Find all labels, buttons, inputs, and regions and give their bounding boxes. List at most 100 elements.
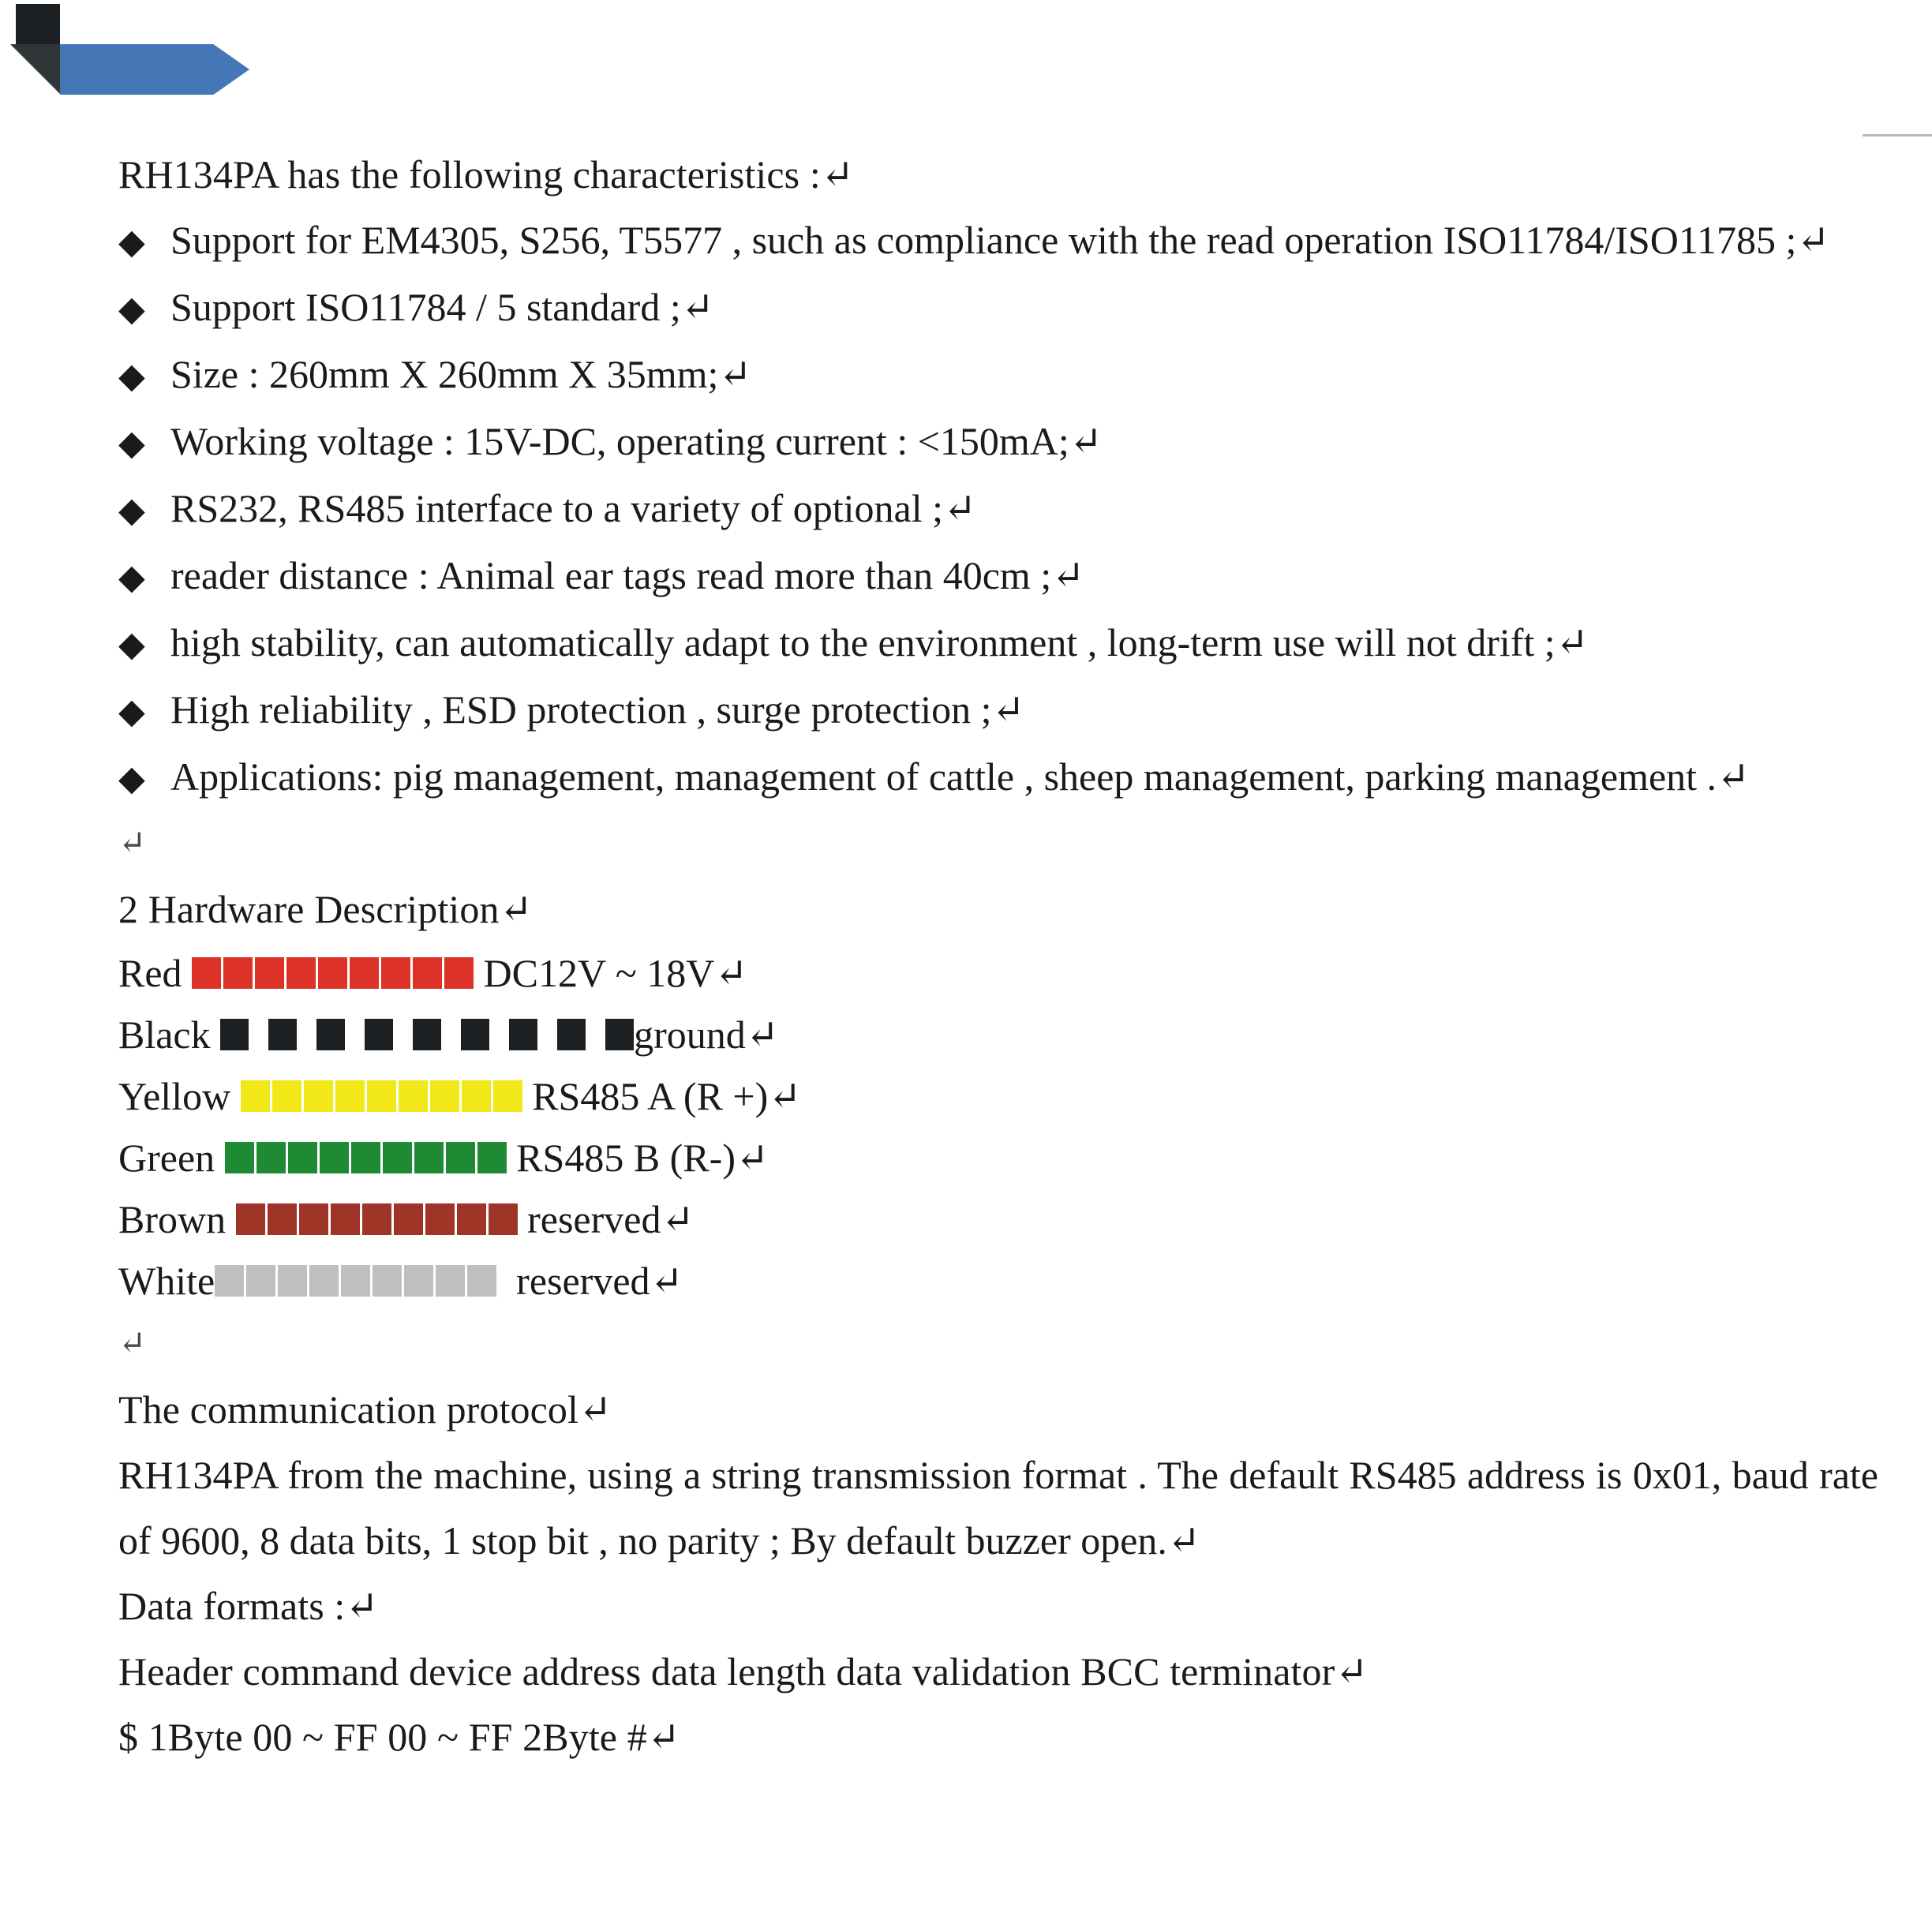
wire-segment — [278, 1265, 308, 1297]
wire-segment — [393, 1203, 423, 1235]
wire-segment — [350, 1142, 380, 1173]
diamond-bullet-icon: ◆ — [118, 290, 145, 328]
wire-name-brown: Brown — [118, 1197, 236, 1241]
wire-desc-white: reserved↵ — [496, 1259, 683, 1303]
characteristic-bullet-2-text: Support ISO11784 / 5 standard ;↵ — [170, 285, 714, 329]
data-format-fields: Header command device address data lengt… — [118, 1649, 1368, 1694]
wire-name-green: Green — [118, 1136, 225, 1180]
banner-dark-square-icon — [16, 4, 60, 45]
wire-segment — [366, 1080, 396, 1112]
characteristic-bullet-8: ◆ High reliability , ESD protection , su… — [118, 677, 1878, 744]
wire-segment — [467, 1265, 497, 1297]
wire-segment — [271, 1080, 301, 1112]
characteristic-bullet-6-text: reader distance : Animal ear tags read m… — [170, 553, 1085, 597]
intro-line: RH134PA has the following characteristic… — [118, 152, 854, 196]
wire-desc-green: RS485 B (R-)↵ — [506, 1136, 769, 1180]
wire-segment — [286, 957, 316, 989]
wire-segment — [318, 957, 348, 989]
wire-row-black: Black ground↵ — [118, 1004, 1878, 1065]
wire-segment — [477, 1142, 507, 1173]
wire-segment — [461, 1080, 491, 1112]
characteristic-bullet-3: ◆ Size : 260mm X 260mm X 35mm;↵ — [118, 342, 1878, 409]
wire-segment — [223, 957, 253, 989]
wire-segment — [557, 1019, 586, 1050]
wire-name-red: Red — [118, 951, 193, 995]
wire-row-white: White reserved↵ — [118, 1250, 1878, 1312]
characteristic-bullet-1-text: Support for EM4305, S256, T5577 , such a… — [170, 218, 1830, 262]
wire-name-yellow: Yellow — [118, 1074, 241, 1118]
wire-segment — [444, 957, 474, 989]
wire-segment — [413, 957, 443, 989]
wire-segment — [246, 1265, 276, 1297]
protocol-paragraph: RH134PA from the machine, using a string… — [118, 1453, 1878, 1563]
characteristic-bullet-5-text: RS232, RS485 interface to a variety of o… — [170, 486, 976, 530]
wire-bar-brown — [235, 1203, 518, 1235]
wire-segment — [215, 1265, 245, 1297]
wire-desc-brown: reserved↵ — [517, 1197, 695, 1241]
wire-segment — [382, 1142, 412, 1173]
diamond-bullet-icon: ◆ — [118, 491, 145, 530]
wire-segment — [398, 1080, 428, 1112]
protocol-heading: The communication protocol↵ — [118, 1387, 612, 1432]
characteristic-bullet-4: ◆ Working voltage : 15V-DC, operating cu… — [118, 409, 1878, 476]
characteristic-bullet-8-text: High reliability , ESD protection , surg… — [170, 687, 1025, 732]
data-format-values: $ 1Byte 00 ~ FF 00 ~ FF 2Byte #↵ — [118, 1715, 680, 1759]
wire-segment — [429, 1080, 459, 1112]
wire-segment — [330, 1203, 360, 1235]
blank-line-2: ↵ — [118, 1326, 147, 1362]
top-right-rule — [1863, 134, 1932, 137]
wire-segment — [456, 1203, 486, 1235]
wire-segment — [335, 1080, 365, 1112]
wire-segment — [220, 1019, 249, 1050]
banner-blue-arrow-icon — [60, 44, 249, 95]
wire-bar-yellow — [240, 1080, 522, 1112]
wire-bar-red — [192, 957, 474, 989]
characteristic-bullet-7: ◆ high stability, can automatically adap… — [118, 610, 1878, 677]
wire-segment — [605, 1019, 635, 1050]
diamond-bullet-icon: ◆ — [118, 357, 145, 395]
wire-segment — [445, 1142, 475, 1173]
wire-row-yellow: Yellow RS485 A (R +)↵ — [118, 1065, 1878, 1127]
wire-row-brown: Brown reserved↵ — [118, 1188, 1878, 1250]
characteristic-bullet-9-text: Applications: pig management, management… — [170, 754, 1750, 799]
characteristic-bullet-1: ◆ Support for EM4305, S256, T5577 , such… — [118, 208, 1878, 275]
characteristic-bullet-3-text: Size : 260mm X 260mm X 35mm;↵ — [170, 352, 752, 396]
wire-desc-red: DC12V ~ 18V↵ — [474, 951, 748, 995]
characteristic-bullet-9: ◆ Applications: pig management, manageme… — [118, 744, 1878, 811]
diamond-bullet-icon: ◆ — [118, 625, 145, 664]
characteristic-bullet-6: ◆ reader distance : Animal ear tags read… — [118, 543, 1878, 610]
wire-desc-yellow: RS485 A (R +)↵ — [522, 1074, 802, 1118]
diamond-bullet-icon: ◆ — [118, 424, 145, 462]
diamond-bullet-icon: ◆ — [118, 692, 145, 731]
wire-segment — [492, 1080, 522, 1112]
characteristic-bullet-4-text: Working voltage : 15V-DC, operating curr… — [170, 419, 1103, 463]
wire-segment — [381, 957, 411, 989]
wire-segment — [267, 1203, 297, 1235]
wire-segment — [350, 957, 380, 989]
wire-segment — [365, 1019, 394, 1050]
characteristic-bullet-2: ◆ Support ISO11784 / 5 standard ;↵ — [118, 275, 1878, 342]
wire-desc-black: ground↵ — [634, 1012, 779, 1057]
wire-segment — [413, 1019, 442, 1050]
characteristic-bullet-5: ◆ RS232, RS485 interface to a variety of… — [118, 476, 1878, 543]
wire-segment — [255, 957, 285, 989]
wire-bar-white — [215, 1265, 497, 1297]
wire-segment — [256, 1142, 286, 1173]
wire-segment — [341, 1265, 371, 1297]
wire-segment — [404, 1265, 434, 1297]
diamond-bullet-icon: ◆ — [118, 223, 145, 261]
wire-bar-green — [224, 1142, 507, 1173]
wire-segment — [224, 1142, 254, 1173]
wire-segment — [303, 1080, 333, 1112]
diamond-bullet-icon: ◆ — [118, 558, 145, 597]
data-formats-label: Data formats :↵ — [118, 1584, 379, 1628]
characteristic-bullet-7-text: high stability, can automatically adapt … — [170, 620, 1589, 664]
wire-segment — [373, 1265, 402, 1297]
wire-segment — [316, 1019, 346, 1050]
wire-name-black: Black — [118, 1012, 221, 1057]
wire-segment — [361, 1203, 391, 1235]
wire-name-white: White — [118, 1259, 215, 1303]
wire-row-red: Red DC12V ~ 18V↵ — [118, 942, 1878, 1004]
document-body: RH134PA has the following characteristic… — [118, 142, 1878, 1770]
wire-segment — [298, 1203, 328, 1235]
